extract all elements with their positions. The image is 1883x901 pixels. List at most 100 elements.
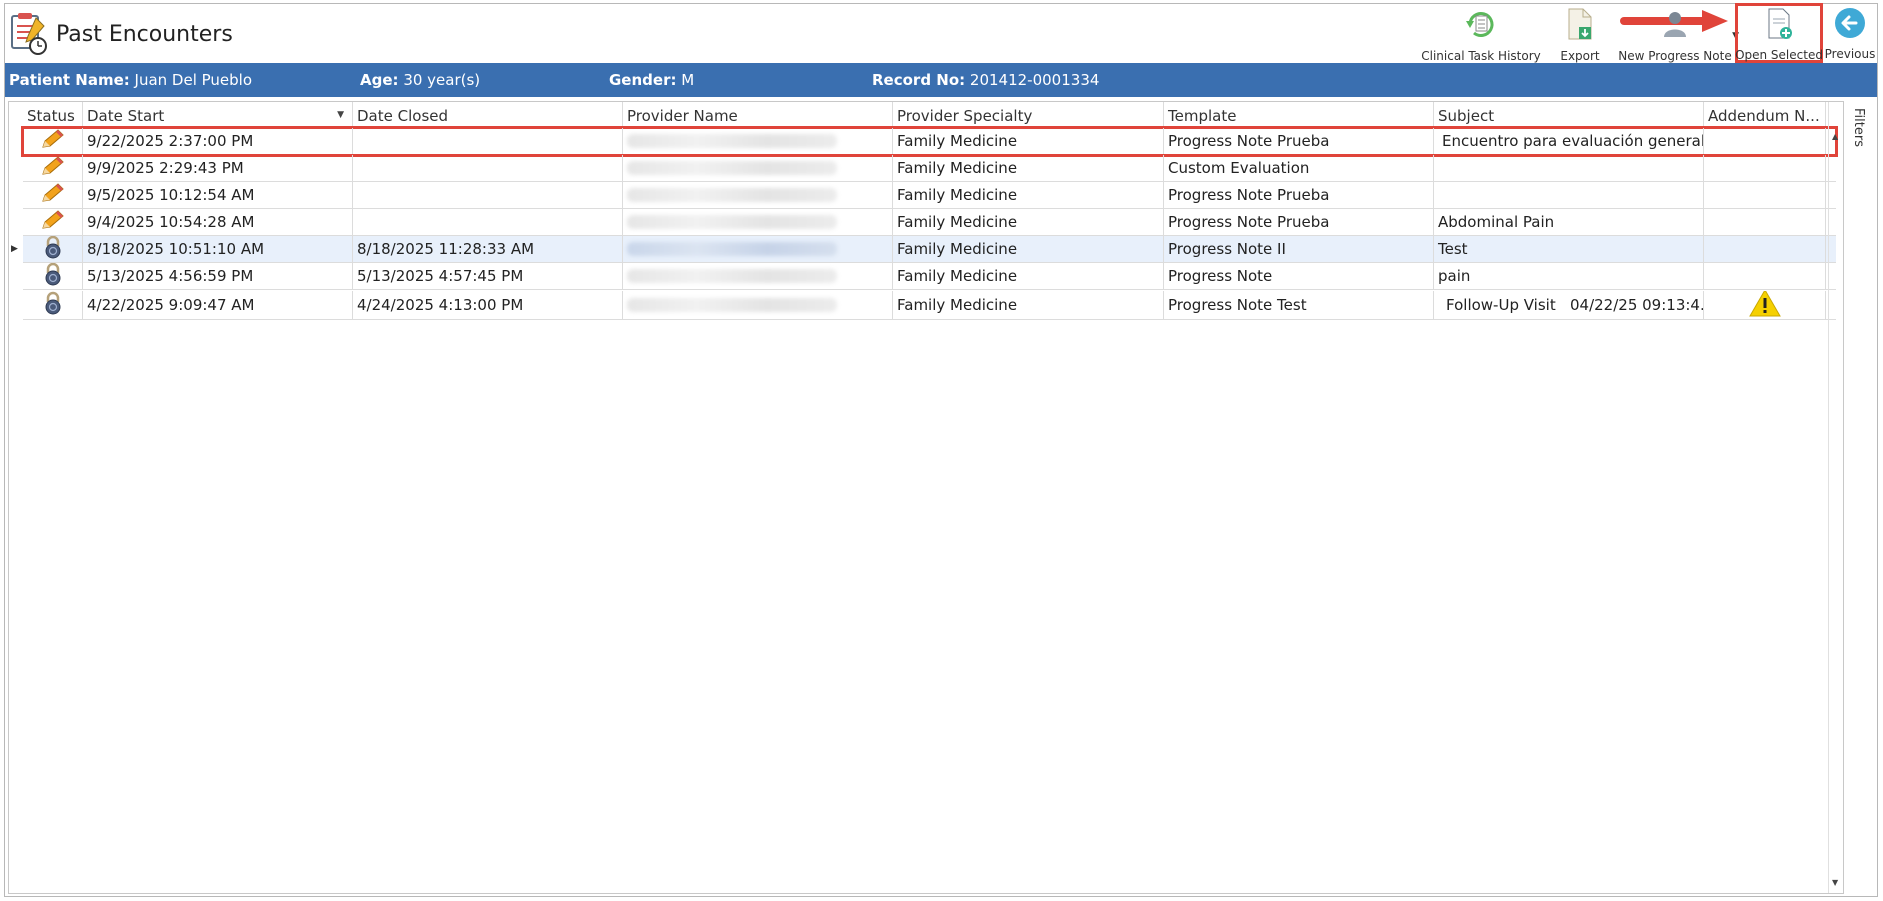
date-closed-cell: 4/24/2025 4:13:00 PM	[353, 291, 623, 319]
export-label: Export	[1560, 49, 1600, 63]
patient-gender-value: M	[681, 71, 695, 89]
table-row[interactable]: 5/13/2025 4:56:59 PM 5/13/2025 4:57:45 PM…	[23, 263, 1836, 290]
subject-cell: Test	[1434, 236, 1704, 262]
patient-record: Record No: 201412-0001334	[872, 71, 1099, 89]
status-cell	[23, 128, 83, 154]
pencil-icon	[40, 128, 66, 154]
column-header-provider-name[interactable]: Provider Name	[623, 102, 893, 127]
redacted-provider-name	[627, 134, 837, 148]
addendum-cell	[1704, 291, 1826, 319]
vertical-scrollbar[interactable]: ▲ ▼	[1828, 102, 1843, 893]
table-row[interactable]: 9/9/2025 2:29:43 PM Family Medicine Custom…	[23, 155, 1836, 182]
redacted-provider-name	[627, 188, 837, 202]
lock-icon	[43, 236, 63, 262]
provider-name-cell	[623, 263, 893, 289]
date-closed-cell	[353, 209, 623, 235]
status-cell	[23, 263, 83, 289]
subject-cell: Encuentro para evaluación general.	[1434, 128, 1704, 154]
new-progress-note-button[interactable]: New Progress Note ▼	[1615, 5, 1739, 63]
template-cell: Progress Note Prueba	[1164, 128, 1434, 154]
table-row[interactable]: 9/22/2025 2:37:00 PM Family Medicine Progr…	[21, 126, 1838, 157]
addendum-cell	[1704, 236, 1826, 262]
column-header-subject[interactable]: Subject	[1434, 102, 1704, 127]
title-area: Past Encounters	[8, 10, 233, 58]
sort-descending-icon: ▼	[337, 110, 344, 120]
column-header-template[interactable]: Template	[1164, 102, 1434, 127]
column-header-status[interactable]: Status	[23, 102, 83, 127]
grid-header-row: Status Date Start ▼ Date Closed Provider …	[23, 102, 1836, 128]
redacted-provider-name	[627, 215, 837, 229]
provider-name-cell	[623, 209, 893, 235]
template-cell: Progress Note II	[1164, 236, 1434, 262]
provider-specialty-cell: Family Medicine	[893, 128, 1164, 154]
table-row[interactable]: 8/18/2025 10:51:10 AM 8/18/2025 11:28:33 …	[11, 236, 1836, 263]
patient-name-value: Juan Del Pueblo	[134, 71, 253, 89]
template-cell: Progress Note Test	[1164, 291, 1434, 319]
column-header-addendum[interactable]: Addendum N...	[1704, 102, 1826, 127]
pencil-icon	[40, 182, 66, 208]
provider-specialty-cell: Family Medicine	[893, 155, 1164, 181]
provider-name-cell	[623, 291, 893, 319]
addendum-cell	[1704, 128, 1826, 154]
previous-arrow-icon	[1834, 7, 1866, 39]
redacted-provider-name	[627, 161, 837, 175]
date-start-cell: 9/9/2025 2:29:43 PM	[83, 155, 353, 181]
redacted-provider-name	[627, 298, 837, 312]
date-start-cell: 9/5/2025 10:12:54 AM	[83, 182, 353, 208]
table-row[interactable]: 4/22/2025 9:09:47 AM 4/24/2025 4:13:00 PM…	[23, 291, 1836, 320]
provider-specialty-cell: Family Medicine	[893, 182, 1164, 208]
redacted-provider-name	[627, 242, 837, 256]
patient-name: Patient Name: Juan Del Pueblo	[9, 71, 252, 89]
open-selected-label: Open Selected	[1735, 48, 1823, 62]
scroll-up-icon[interactable]: ▲	[1832, 132, 1838, 141]
provider-name-cell	[623, 182, 893, 208]
current-row-indicator-icon: ▶	[11, 244, 18, 254]
table-row[interactable]: 9/4/2025 10:54:28 AM Family Medicine Progr…	[23, 209, 1836, 236]
addendum-cell	[1704, 182, 1826, 208]
patient-record-value: 201412-0001334	[969, 71, 1100, 89]
provider-specialty-cell: Family Medicine	[893, 209, 1164, 235]
scroll-down-icon[interactable]: ▼	[1832, 878, 1838, 887]
column-header-date-start[interactable]: Date Start ▼	[83, 102, 353, 127]
addendum-cell	[1704, 155, 1826, 181]
clinical-task-history-icon	[1464, 7, 1498, 41]
patient-info-bar: Patient Name: Juan Del Pueblo Age: 30 ye…	[5, 63, 1877, 97]
subject-cell: Follow-Up Visit 04/22/25 09:13:4...	[1434, 291, 1704, 319]
patient-age: Age: 30 year(s)	[360, 71, 480, 89]
status-cell	[23, 291, 83, 319]
previous-button[interactable]: Previous	[1823, 5, 1877, 61]
template-cell: Progress Note Prueba	[1164, 209, 1434, 235]
filters-tab[interactable]: Filters	[1847, 104, 1875, 164]
date-start-cell: 8/18/2025 10:51:10 AM	[83, 236, 353, 262]
open-selected-icon	[1764, 8, 1794, 40]
date-start-cell: 4/22/2025 9:09:47 AM	[83, 291, 353, 319]
patient-age-value: 30 year(s)	[403, 71, 481, 89]
provider-specialty-cell: Family Medicine	[893, 236, 1164, 262]
date-closed-cell	[353, 182, 623, 208]
clinical-task-history-button[interactable]: Clinical Task History	[1417, 5, 1545, 63]
addendum-cell	[1704, 209, 1826, 235]
template-cell: Progress Note	[1164, 263, 1434, 289]
toolbar: Clinical Task History Export New Progres…	[1417, 3, 1877, 63]
export-icon	[1565, 7, 1595, 41]
column-header-date-start-label: Date Start	[87, 106, 165, 125]
encounters-grid: Status Date Start ▼ Date Closed Provider …	[8, 101, 1844, 894]
column-header-date-closed[interactable]: Date Closed	[353, 102, 623, 127]
status-cell	[23, 155, 83, 181]
table-row[interactable]: 9/5/2025 10:12:54 AM Family Medicine Progr…	[23, 182, 1836, 209]
lock-icon	[43, 263, 63, 289]
previous-label: Previous	[1824, 47, 1876, 61]
subject-cell	[1434, 155, 1704, 181]
template-cell: Progress Note Prueba	[1164, 182, 1434, 208]
pencil-icon	[40, 209, 66, 235]
patient-gender: Gender: M	[609, 71, 694, 89]
warning-icon[interactable]	[1748, 291, 1781, 319]
pencil-icon	[40, 155, 66, 181]
new-progress-note-icon	[1658, 7, 1692, 41]
patient-gender-label: Gender:	[609, 71, 677, 89]
column-header-provider-specialty[interactable]: Provider Specialty	[893, 102, 1164, 127]
patient-record-label: Record No:	[872, 71, 966, 89]
addendum-cell	[1704, 263, 1826, 289]
export-button[interactable]: Export	[1545, 5, 1615, 63]
open-selected-button[interactable]: Open Selected	[1735, 3, 1823, 63]
